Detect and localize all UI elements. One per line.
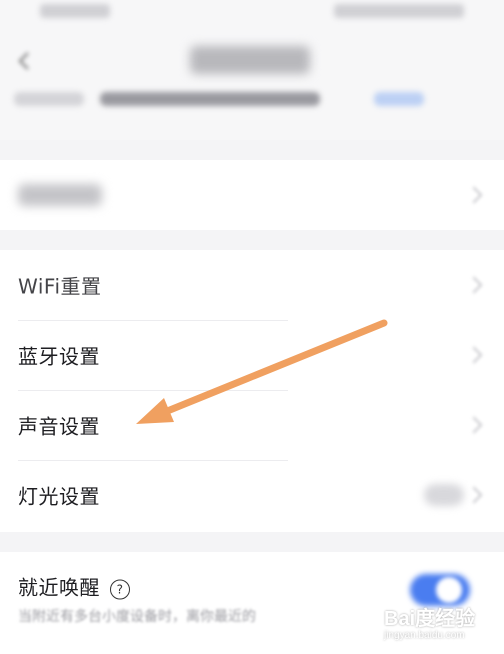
page-title-blurred: [190, 46, 310, 74]
nearby-wake-description: 当附近有多台小度设备时，离你最近的: [18, 609, 256, 625]
bluetooth-label: 蓝牙设置: [18, 344, 100, 369]
chevron-right-icon: [465, 416, 483, 434]
settings-item-wifi-reset[interactable]: WiFi重置: [0, 250, 504, 320]
baidu-jingyan-watermark: Bai度经验 jingyan.baidu.com: [384, 602, 494, 648]
status-left-blur: [40, 4, 110, 18]
chevron-right-icon: [465, 486, 483, 504]
status-right-blur: [334, 4, 464, 18]
blurred-setting-label: [18, 184, 102, 206]
help-circle-icon[interactable]: ?: [110, 579, 130, 599]
settings-item-light[interactable]: 灯光设置: [0, 460, 504, 530]
wifi-reset-label: WiFi重置: [18, 274, 102, 299]
chevron-right-icon: [465, 276, 483, 294]
device-id-blur: [100, 92, 320, 106]
watermark-main-text: Bai度经验: [384, 608, 476, 630]
light-label: 灯光设置: [18, 484, 100, 509]
chevron-right-icon: [465, 346, 483, 364]
copy-link-blur[interactable]: [374, 92, 424, 106]
settings-list: WiFi重置 蓝牙设置 声音设置 灯光设置: [0, 250, 504, 532]
light-status-blur: [424, 484, 464, 506]
blurred-setting-row[interactable]: [0, 160, 504, 230]
settings-item-bluetooth[interactable]: 蓝牙设置: [0, 320, 504, 390]
watermark-sub-text: jingyan.baidu.com: [384, 630, 465, 641]
toggle-knob: [436, 577, 462, 603]
back-arrow-icon[interactable]: [14, 50, 36, 72]
chevron-right-icon: [465, 186, 483, 204]
settings-item-sound[interactable]: 声音设置: [0, 390, 504, 460]
nearby-wake-title: 就近唤醒?: [18, 572, 130, 601]
nearby-wake-label: 就近唤醒: [18, 575, 100, 600]
device-label-blur: [14, 92, 84, 106]
header: [0, 30, 504, 140]
section-blurred: [0, 160, 504, 230]
screen: WiFi重置 蓝牙设置 声音设置 灯光设置 就近唤醒? 当附近有多台小度设备时，…: [0, 0, 504, 654]
sound-label: 声音设置: [18, 414, 100, 439]
status-bar: [0, 0, 504, 30]
